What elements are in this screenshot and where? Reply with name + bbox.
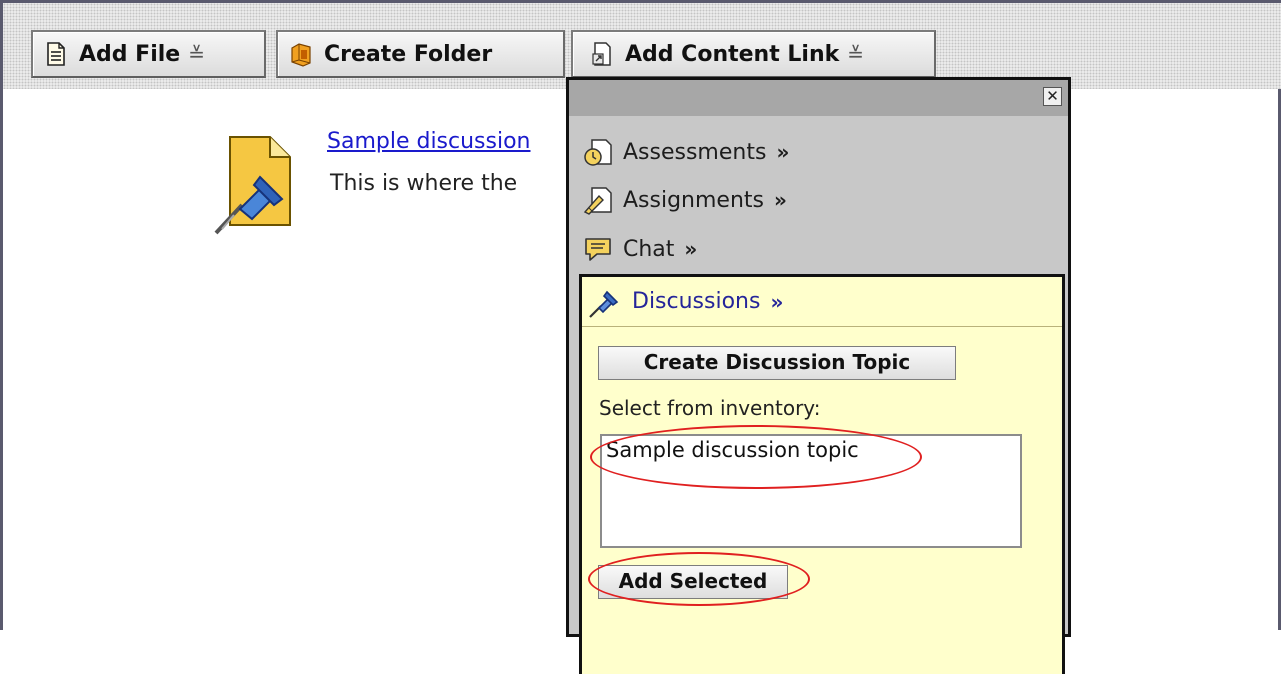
chat-bubble-icon xyxy=(583,233,613,265)
add-file-label: Add File xyxy=(79,41,181,67)
menu-header: ✕ xyxy=(569,80,1068,116)
create-folder-label: Create Folder xyxy=(324,41,493,67)
discussion-item-link[interactable]: Sample discussion xyxy=(327,129,531,154)
menu-item-assessments[interactable]: Assessments » xyxy=(583,133,789,171)
document-icon xyxy=(45,41,67,67)
discussion-item-description: This is where the xyxy=(330,171,518,196)
add-content-link-menu: ✕ Assessments » Assignments » Chat » Dis… xyxy=(566,77,1071,674)
discussions-label: Discussions xyxy=(632,289,761,314)
folder-icon xyxy=(290,41,312,67)
menu-item-label: Assignments xyxy=(623,187,764,213)
add-file-button[interactable]: Add File ≚ xyxy=(31,30,266,78)
menu-item-discussions[interactable]: Discussions » xyxy=(582,277,1062,327)
assessment-icon xyxy=(583,136,613,168)
inventory-listbox[interactable]: Sample discussion topic xyxy=(600,434,1022,548)
content-link-icon xyxy=(591,41,613,67)
close-icon[interactable]: ✕ xyxy=(1043,87,1062,106)
discussions-panel: Discussions » Create Discussion Topic Se… xyxy=(579,274,1065,674)
menu-item-chat[interactable]: Chat » xyxy=(583,230,697,268)
dropdown-caret-icon: ≚ xyxy=(847,42,864,66)
add-content-link-button[interactable]: Add Content Link ≚ xyxy=(571,30,936,78)
chevron-right-icon: » xyxy=(776,140,790,164)
pushpin-icon xyxy=(588,285,622,319)
create-discussion-topic-button[interactable]: Create Discussion Topic xyxy=(598,346,956,380)
chevron-right-icon: » xyxy=(774,188,787,212)
create-folder-button[interactable]: Create Folder xyxy=(276,30,565,78)
select-inventory-label: Select from inventory: xyxy=(599,396,821,420)
menu-item-label: Chat xyxy=(623,236,675,262)
chevron-right-icon: » xyxy=(684,237,698,261)
inventory-option[interactable]: Sample discussion topic xyxy=(606,438,859,462)
dropdown-caret-icon: ≚ xyxy=(188,42,205,66)
assignment-icon xyxy=(583,184,613,216)
add-selected-button[interactable]: Add Selected xyxy=(598,565,788,599)
menu-item-label: Assessments xyxy=(623,139,767,165)
chevron-right-icon: » xyxy=(770,289,784,314)
menu-item-assignments[interactable]: Assignments » xyxy=(583,181,787,219)
pushpin-document-icon xyxy=(212,133,294,237)
add-content-link-label: Add Content Link xyxy=(625,41,840,67)
